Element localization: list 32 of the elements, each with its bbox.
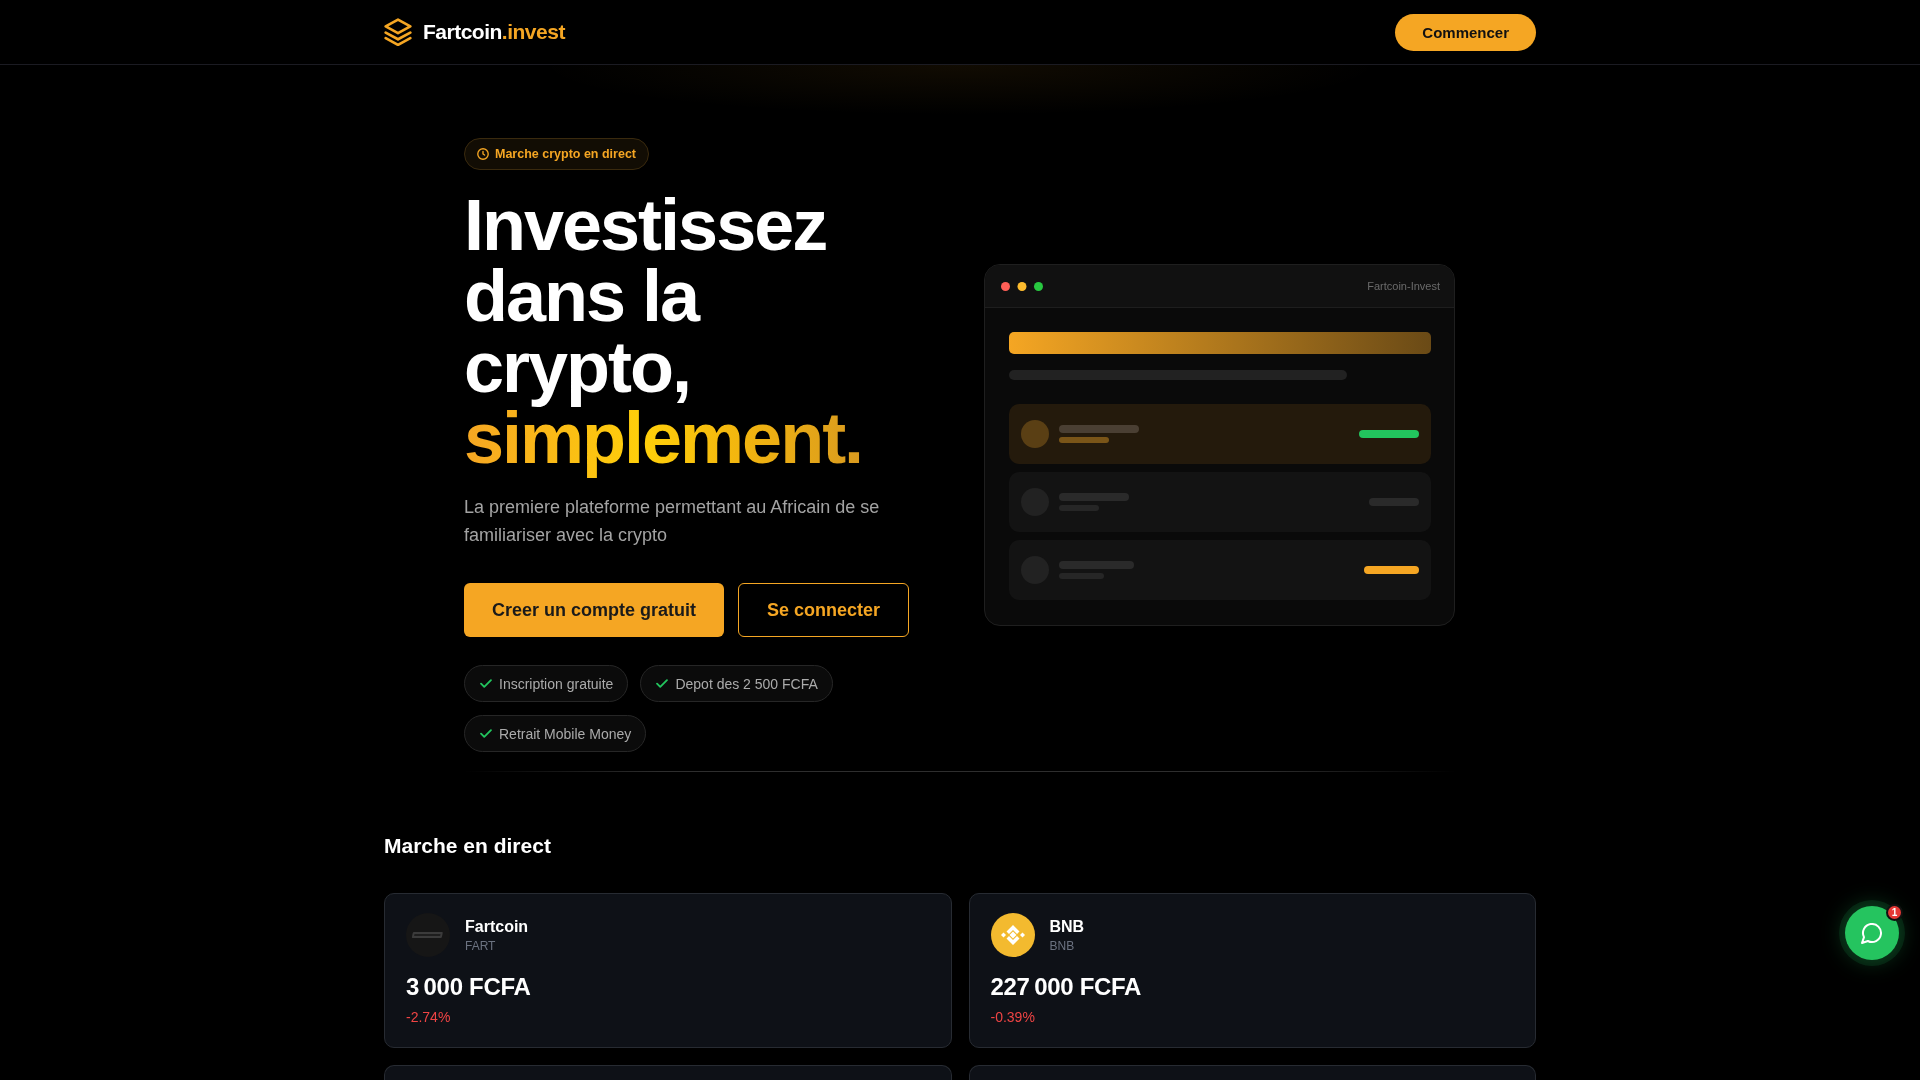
brand-name[interactable]: Fartcoin.invest — [423, 20, 565, 44]
start-button[interactable]: Commencer — [1395, 13, 1536, 51]
chat-bubble-icon — [1861, 922, 1883, 944]
layers-icon — [384, 18, 412, 46]
coin-name: Fartcoin — [465, 917, 529, 936]
signup-button[interactable]: Creer un compte gratuit — [464, 583, 725, 637]
coin-price: 3 000 FCFA — [406, 973, 531, 1001]
unread-count: 1 — [1886, 904, 1903, 921]
coin-symbol: BNB — [1049, 938, 1075, 953]
live-market-label: Marche crypto en direct — [495, 147, 636, 161]
coin-symbol: FART — [465, 938, 496, 953]
coin-name: BNB — [1049, 917, 1085, 936]
chat-button[interactable] — [1845, 906, 1899, 960]
hero-subtitle: La premiere plateforme permettant au Africain de se familiariser avec la crypto — [464, 496, 881, 547]
market-heading: Marche en direct — [384, 833, 551, 859]
window-title: Fartcoin-Invest — [1367, 280, 1440, 292]
market-card[interactable]: BNB BNB 227 000 FCFA -0.39% — [968, 893, 1536, 1048]
clock-icon — [477, 148, 489, 160]
market-card[interactable] — [384, 1065, 952, 1080]
coin-price: 227 000 FCFA — [990, 973, 1142, 1001]
check-icon — [480, 729, 492, 738]
price-change: -0.39% — [990, 1008, 1035, 1027]
feature-label: Inscription gratuite — [499, 675, 614, 692]
market-card[interactable]: Fartcoin FART 3 000 FCFA -2.74% — [384, 893, 952, 1048]
window-controls-icon — [1001, 281, 1043, 291]
feature-label: Depot des 2 500 FCFA — [675, 675, 818, 692]
check-icon — [656, 679, 669, 688]
market-card[interactable] — [968, 1065, 1536, 1080]
price-change: -2.74% — [406, 1008, 451, 1027]
feature-label: Retrait Mobile Money — [499, 725, 632, 742]
login-button[interactable]: Se connecter — [738, 583, 910, 637]
check-icon — [480, 679, 492, 688]
